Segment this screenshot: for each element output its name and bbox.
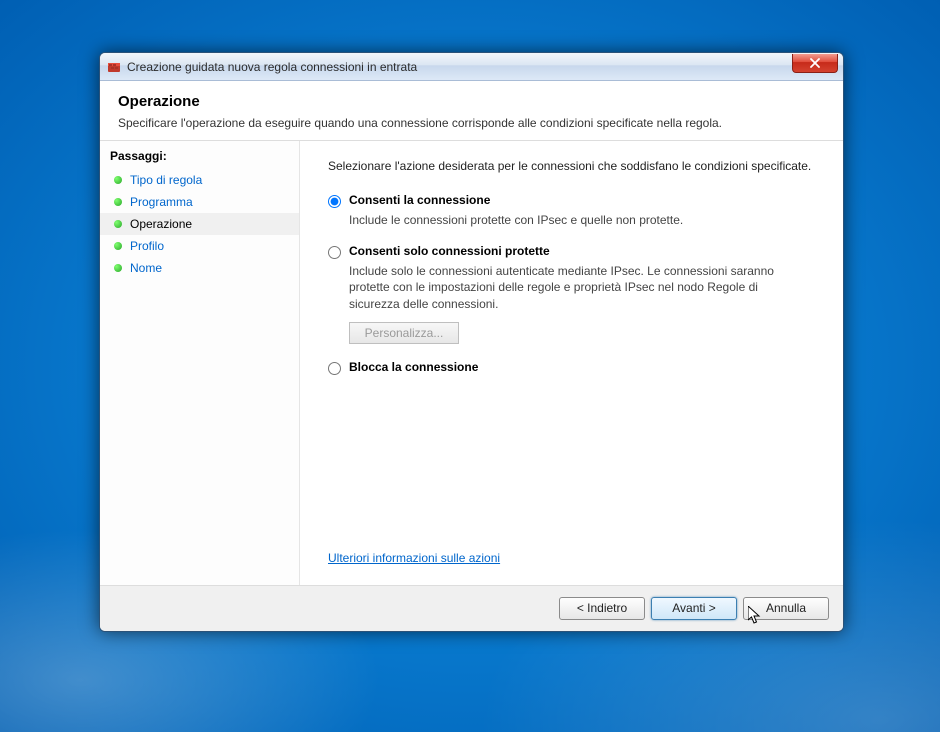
wizard-window: Creazione guidata nuova regola connessio… bbox=[99, 52, 844, 632]
step-label: Operazione bbox=[130, 217, 192, 231]
steps-sidebar: Passaggi: Tipo di regola Programma Opera… bbox=[100, 141, 300, 585]
step-bullet-icon bbox=[114, 264, 122, 272]
option-block-connection: Blocca la connessione bbox=[328, 360, 823, 379]
step-nome[interactable]: Nome bbox=[100, 257, 299, 279]
radio-row-allow-secure[interactable]: Consenti solo connessioni protette bbox=[328, 244, 823, 259]
option-allow-connection: Consenti la connessione Include le conne… bbox=[328, 193, 823, 228]
radio-description: Include solo le connessioni autenticate … bbox=[349, 263, 799, 312]
radio-block-connection[interactable] bbox=[328, 362, 341, 375]
titlebar[interactable]: Creazione guidata nuova regola connessio… bbox=[100, 53, 843, 81]
page-title: Operazione bbox=[118, 93, 827, 110]
step-label: Nome bbox=[130, 261, 162, 275]
radio-label: Consenti la connessione bbox=[349, 193, 490, 207]
close-icon bbox=[809, 58, 821, 68]
step-bullet-icon bbox=[114, 176, 122, 184]
back-button[interactable]: < Indietro bbox=[559, 597, 645, 620]
radio-allow-connection[interactable] bbox=[328, 195, 341, 208]
main-content: Selezionare l'azione desiderata per le c… bbox=[300, 141, 843, 585]
main-instruction: Selezionare l'azione desiderata per le c… bbox=[328, 159, 823, 173]
option-allow-secure-only: Consenti solo connessioni protette Inclu… bbox=[328, 244, 823, 344]
more-info-link[interactable]: Ulteriori informazioni sulle azioni bbox=[328, 551, 500, 565]
radio-label: Consenti solo connessioni protette bbox=[349, 244, 550, 258]
window-title: Creazione guidata nuova regola connessio… bbox=[127, 60, 843, 74]
step-bullet-icon bbox=[114, 220, 122, 228]
cancel-button[interactable]: Annulla bbox=[743, 597, 829, 620]
radio-row-allow[interactable]: Consenti la connessione bbox=[328, 193, 823, 208]
step-programma[interactable]: Programma bbox=[100, 191, 299, 213]
close-button[interactable] bbox=[792, 54, 838, 73]
step-label: Profilo bbox=[130, 239, 164, 253]
step-label: Tipo di regola bbox=[130, 173, 202, 187]
radio-description: Include le connessioni protette con IPse… bbox=[349, 212, 799, 228]
wizard-footer: < Indietro Avanti > Annulla bbox=[100, 585, 843, 631]
step-bullet-icon bbox=[114, 242, 122, 250]
customize-button: Personalizza... bbox=[349, 322, 459, 344]
radio-row-block[interactable]: Blocca la connessione bbox=[328, 360, 823, 375]
wizard-header: Operazione Specificare l'operazione da e… bbox=[100, 81, 843, 141]
sidebar-heading: Passaggi: bbox=[100, 145, 299, 169]
step-tipo-di-regola[interactable]: Tipo di regola bbox=[100, 169, 299, 191]
firewall-wizard-icon bbox=[106, 59, 122, 75]
step-operazione[interactable]: Operazione bbox=[100, 213, 299, 235]
step-profilo[interactable]: Profilo bbox=[100, 235, 299, 257]
radio-label: Blocca la connessione bbox=[349, 360, 478, 374]
next-button[interactable]: Avanti > bbox=[651, 597, 737, 620]
page-description: Specificare l'operazione da eseguire qua… bbox=[118, 116, 827, 130]
wizard-body: Passaggi: Tipo di regola Programma Opera… bbox=[100, 141, 843, 585]
step-label: Programma bbox=[130, 195, 193, 209]
step-bullet-icon bbox=[114, 198, 122, 206]
radio-allow-secure[interactable] bbox=[328, 246, 341, 259]
